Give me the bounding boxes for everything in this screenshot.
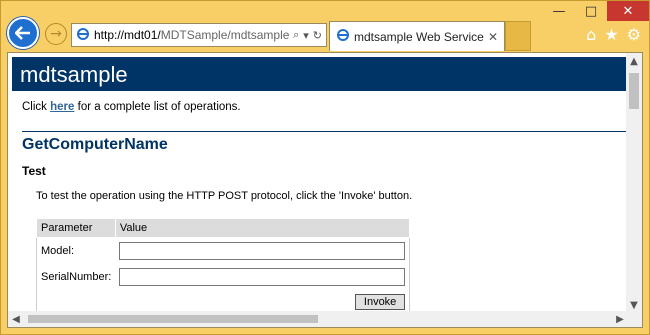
column-header-parameter: Parameter — [36, 218, 116, 238]
tab-mdtsample[interactable]: mdtsample Web Service ✕ — [329, 21, 505, 51]
page-content: mdtsample Click here for a complete list… — [8, 53, 628, 313]
settings-gear-icon[interactable]: ⚙ — [627, 25, 641, 44]
param-label-model: Model: — [41, 245, 75, 257]
vertical-scrollbar[interactable]: ▲ ▼ — [626, 53, 642, 313]
column-header-value: Value — [114, 218, 411, 238]
dropdown-icon[interactable]: ▾ — [303, 29, 309, 42]
navigation-bar: → http://mdt01/MDTSample/mdtsample ⌕ ▾ ↻… — [7, 15, 643, 53]
address-bar[interactable]: http://mdt01/MDTSample/mdtsample ⌕ ▾ ↻ — [71, 23, 327, 47]
back-button[interactable] — [7, 17, 39, 49]
divider — [22, 131, 628, 132]
address-url[interactable]: http://mdt01/MDTSample/mdtsample — [94, 28, 293, 42]
browser-window: — □ ✕ → http://mdt01/MDTSample/mdtsample… — [0, 0, 650, 335]
test-instructions: To test the operation using the HTTP POS… — [36, 190, 413, 202]
table-row: Model: — [37, 238, 410, 265]
new-tab-button[interactable] — [505, 21, 531, 51]
scroll-up-icon[interactable]: ▲ — [626, 53, 642, 69]
refresh-icon[interactable]: ↻ — [313, 29, 322, 42]
vertical-scroll-thumb[interactable] — [629, 73, 639, 109]
search-icon[interactable]: ⌕ — [293, 28, 299, 42]
intro-suffix: for a complete list of operations. — [77, 101, 241, 113]
url-host: http://mdt01/ — [94, 28, 161, 42]
ie-page-icon — [76, 27, 90, 44]
model-input[interactable] — [119, 242, 406, 260]
page-banner: mdtsample — [12, 57, 628, 91]
table-row: Invoke — [37, 290, 410, 313]
favorites-star-icon[interactable]: ★ — [604, 25, 618, 44]
operations-list-link[interactable]: here — [50, 101, 74, 113]
scroll-left-icon[interactable]: ◀ — [8, 311, 24, 327]
forward-button[interactable]: → — [45, 23, 67, 45]
page-viewport: mdtsample Click here for a complete list… — [7, 52, 643, 328]
horizontal-scroll-thumb[interactable] — [28, 315, 318, 323]
scrollbar-corner — [626, 311, 642, 327]
test-heading: Test — [22, 164, 46, 178]
home-icon[interactable]: ⌂ — [586, 25, 596, 44]
intro-prefix: Click — [22, 101, 47, 113]
intro-text: Click here for a complete list of operat… — [22, 101, 628, 113]
tab-close-icon[interactable]: ✕ — [488, 30, 504, 44]
horizontal-scrollbar[interactable]: ◀ ▶ — [8, 311, 628, 327]
serialnumber-input[interactable] — [119, 268, 406, 286]
param-label-serialnumber: SerialNumber: — [41, 271, 112, 283]
table-row: SerialNumber: — [37, 264, 410, 290]
back-arrow-icon — [15, 26, 30, 40]
operation-title: GetComputerName — [22, 136, 168, 153]
invoke-button[interactable]: Invoke — [354, 294, 406, 310]
tab-title: mdtsample Web Service — [354, 29, 484, 44]
parameter-form: Parameter Value Model: SerialNumber: Inv… — [36, 218, 411, 313]
table-header-row: Parameter Value — [36, 218, 411, 238]
url-path: MDTSample/mdtsample — [160, 28, 290, 42]
browser-toolbar: ⌂ ★ ⚙ — [586, 25, 641, 44]
ie-tab-icon — [336, 28, 350, 45]
address-tools: ⌕ ▾ ↻ — [293, 28, 326, 42]
